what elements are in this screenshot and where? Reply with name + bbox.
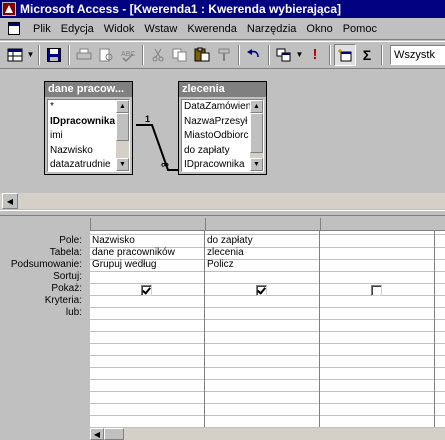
scroll-left-icon[interactable]: ◀ [90, 428, 104, 440]
toolbar: ▼ ABC ▼ ! Σ Wszystk [0, 41, 445, 67]
cell-field-1[interactable]: Nazwisko [90, 235, 204, 247]
view-dropdown-icon[interactable]: ▼ [26, 44, 35, 66]
row-label-pole: Pole: [59, 235, 82, 246]
column-selectors [90, 216, 445, 231]
format-painter-icon[interactable] [213, 44, 235, 66]
access-app-icon[interactable] [2, 2, 16, 16]
view-icon[interactable] [4, 44, 26, 66]
show-checkbox-3[interactable] [371, 285, 382, 296]
copy-icon[interactable] [169, 44, 191, 66]
query-window-icon[interactable] [6, 21, 24, 37]
design-grid: Pole: Tabela: Podsumowanie: Sortuj: Poka… [0, 216, 445, 440]
query-type-dropdown-icon[interactable]: ▼ [295, 44, 304, 66]
toolbar-separator [238, 44, 240, 65]
row-label-kryteria: Kryteria: [44, 295, 82, 306]
cell-table-1[interactable]: dane pracowników [90, 247, 204, 259]
table-pane-hscrollbar[interactable]: ◀ [0, 193, 445, 209]
spelling-icon[interactable]: ABC [117, 44, 139, 66]
menu-pomoc[interactable]: Pomoc [338, 23, 382, 35]
title-bar: Microsoft Access - [Kwerenda1 : Kwerenda… [0, 0, 445, 18]
paste-icon[interactable] [191, 44, 213, 66]
row-label-lub: lub: [65, 307, 82, 318]
cell-total-1[interactable]: Grupuj według [90, 259, 204, 271]
query-type-icon[interactable] [273, 44, 295, 66]
scroll-thumb[interactable] [104, 428, 124, 440]
cell-table-3[interactable] [320, 247, 434, 259]
menu-edycja[interactable]: Edycja [56, 23, 99, 35]
row-label-sortuj: Sortuj: [53, 271, 82, 282]
window-title: Microsoft Access - [Kwerenda1 : Kwerenda… [20, 2, 341, 16]
row-label-podsumowanie: Podsumowanie: [10, 259, 82, 270]
toolbar-separator [142, 44, 144, 65]
menu-bar: Plik Edycja Widok Wstaw Kwerenda Narzędz… [0, 18, 445, 40]
menu-wstaw[interactable]: Wstaw [139, 23, 182, 35]
toolbar-separator [381, 44, 383, 65]
join-many-label: ∞ [161, 159, 169, 171]
grid-cells: Nazwisko dane pracowników Grupuj według … [90, 231, 445, 427]
cell-field-2[interactable]: do zapłaty [205, 235, 319, 247]
cell-total-2[interactable]: Policz [205, 259, 319, 271]
menu-narzedzia[interactable]: Narzędzia [242, 23, 302, 35]
show-checkbox-2[interactable] [256, 285, 267, 296]
run-icon[interactable]: ! [304, 44, 326, 66]
scroll-left-icon[interactable]: ◀ [2, 193, 18, 209]
undo-icon[interactable] [243, 44, 265, 66]
column-selector[interactable] [90, 218, 205, 230]
show-table-icon[interactable] [334, 43, 356, 66]
totals-icon[interactable]: Σ [356, 44, 378, 66]
toolbar-separator [329, 44, 331, 65]
join-one-label: 1 [145, 114, 150, 124]
cell-table-2[interactable]: zlecenia [205, 247, 319, 259]
cell-sort-1[interactable] [90, 271, 204, 283]
column-selector[interactable] [205, 218, 320, 230]
toolbar-separator [38, 44, 40, 65]
grid-hscrollbar[interactable]: ◀ [90, 428, 445, 440]
menu-okno[interactable]: Okno [301, 23, 337, 35]
print-icon[interactable] [73, 44, 95, 66]
menu-plik[interactable]: Plik [28, 23, 56, 35]
row-label-tabela: Tabela: [49, 247, 82, 258]
row-label-pokaz: Pokaż: [51, 283, 82, 294]
menu-kwerenda[interactable]: Kwerenda [182, 23, 242, 35]
cut-icon[interactable] [147, 44, 169, 66]
toolbar-separator [68, 44, 70, 65]
menu-widok[interactable]: Widok [99, 23, 140, 35]
table-pane[interactable]: dane pracow... * IDpracownika imi Nazwis… [0, 68, 445, 210]
cell-total-3[interactable] [320, 259, 434, 271]
column-selector[interactable] [320, 218, 445, 230]
print-preview-icon[interactable] [95, 44, 117, 66]
toolbar-separator [268, 44, 270, 65]
cell-sort-2[interactable] [205, 271, 319, 283]
cell-field-3[interactable] [320, 235, 434, 247]
top-values-combo[interactable]: Wszystk [390, 44, 445, 65]
join-line[interactable]: 1 ∞ [0, 69, 445, 211]
save-icon[interactable] [43, 44, 65, 66]
show-checkbox-1[interactable] [141, 285, 152, 296]
